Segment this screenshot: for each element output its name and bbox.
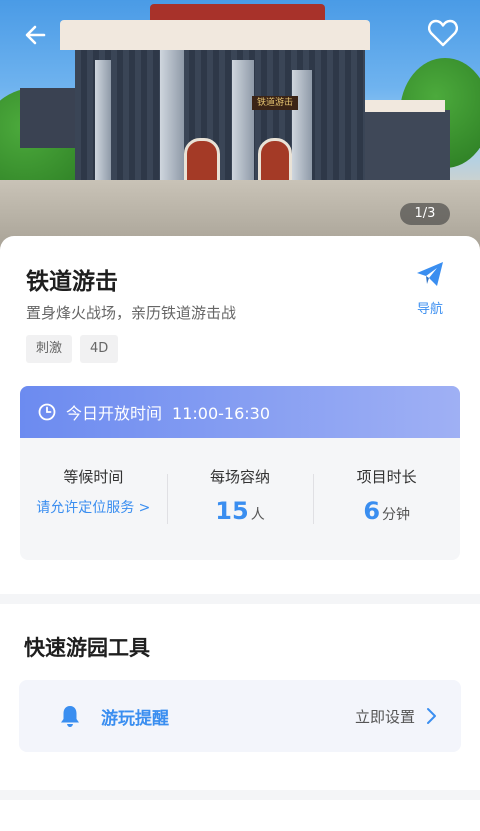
back-button[interactable] (20, 18, 54, 52)
heart-icon (428, 19, 458, 47)
opening-hours-value: 11:00-16:30 (172, 404, 271, 423)
hero-image[interactable]: 铁道游击 1/3 (0, 0, 480, 250)
building-facade (75, 50, 365, 200)
bell-icon (61, 706, 79, 727)
play-reminder-row[interactable]: 游玩提醒 立即设置 (19, 680, 461, 752)
quick-tools-section: 快速游园工具 游玩提醒 立即设置 (0, 604, 480, 790)
clock-icon (38, 403, 56, 421)
attraction-info-card: 铁道游击 置身烽火战场，亲历铁道游击战 导航 刺激 4D 今日开放时间 11:00… (0, 236, 480, 594)
navigate-label: 导航 (416, 302, 443, 317)
reminder-label: 游玩提醒 (101, 709, 169, 729)
stat-capacity: 每场容纳 15 人 (166, 438, 314, 560)
next-section-edge (0, 800, 480, 831)
hours-panel: 今日开放时间 11:00-16:30 等候时间 请允许定位服务 > 每场容纳 15… (20, 386, 460, 560)
attraction-subtitle: 置身烽火战场，亲历铁道游击战 (26, 304, 237, 322)
paper-plane-icon (417, 262, 443, 286)
tag: 4D (80, 335, 119, 363)
stat-label: 等候时间 (63, 468, 124, 486)
opening-hours-label: 今日开放时间 (66, 404, 163, 423)
opening-hours-text: 今日开放时间 11:00-16:30 (66, 400, 270, 424)
allow-location-link[interactable]: 请允许定位服务 > (36, 497, 150, 517)
tag-list: 刺激 4D (26, 335, 119, 363)
chevron-right-icon (427, 708, 436, 724)
stat-wait-time: 等候时间 请允许定位服务 > (20, 438, 167, 560)
pillar (95, 60, 111, 200)
section-title: 快速游园工具 (24, 636, 150, 660)
stat-label: 项目时长 (356, 468, 417, 486)
arrow-left-icon (25, 25, 46, 45)
duration-value: 6 (363, 497, 381, 525)
capacity-value: 15 (215, 497, 249, 525)
set-now-button[interactable]: 立即设置 (355, 706, 415, 727)
roof-ridge (150, 4, 325, 20)
stat-label: 每场容纳 (210, 468, 271, 486)
main-roof (60, 20, 370, 50)
stats-row: 等候时间 请允许定位服务 > 每场容纳 15 人 项目时长 6 分钟 (20, 438, 460, 560)
capacity-unit: 人 (250, 507, 265, 523)
attraction-title: 铁道游击 (26, 269, 118, 295)
opening-hours-header: 今日开放时间 11:00-16:30 (20, 386, 460, 438)
navigate-button[interactable]: 导航 (410, 260, 450, 317)
building-sign: 铁道游击 (252, 96, 298, 110)
duration-unit: 分钟 (382, 507, 411, 523)
tag: 刺激 (26, 335, 73, 363)
stat-duration: 项目时长 6 分钟 (313, 438, 460, 560)
favorite-button[interactable] (426, 16, 460, 50)
image-counter: 1/3 (400, 203, 450, 225)
